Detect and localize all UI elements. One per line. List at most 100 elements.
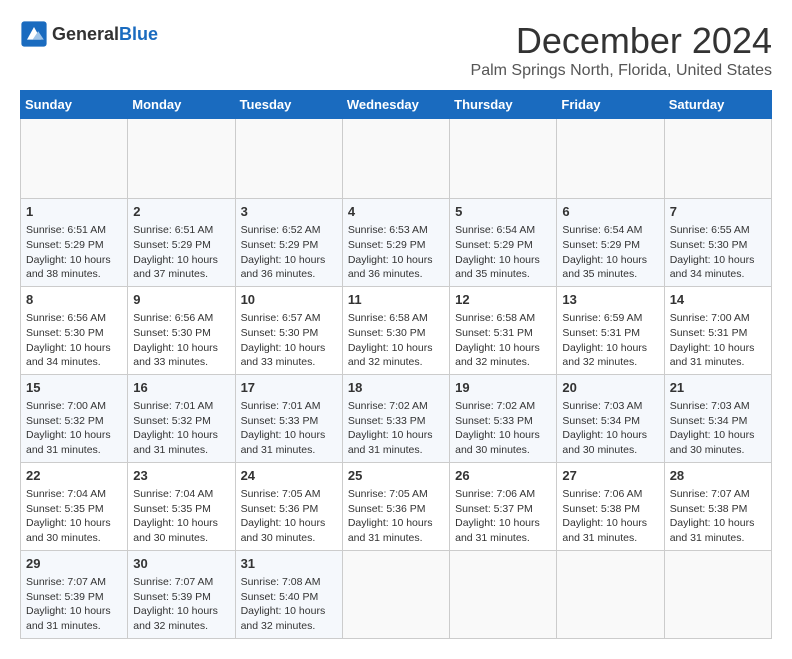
calendar-day-cell: 16Sunrise: 7:01 AMSunset: 5:32 PMDayligh…	[128, 374, 235, 462]
calendar-day-cell: 20Sunrise: 7:03 AMSunset: 5:34 PMDayligh…	[557, 374, 664, 462]
daylight-text: Daylight: 10 hours and 35 minutes.	[455, 254, 540, 281]
sunrise-text: Sunrise: 7:06 AM	[562, 488, 642, 500]
day-number: 12	[455, 291, 551, 309]
calendar-day-cell: 15Sunrise: 7:00 AMSunset: 5:32 PMDayligh…	[21, 374, 128, 462]
daylight-text: Daylight: 10 hours and 31 minutes.	[562, 517, 647, 544]
sunset-text: Sunset: 5:29 PM	[133, 239, 211, 251]
daylight-text: Daylight: 10 hours and 37 minutes.	[133, 254, 218, 281]
calendar-day-cell: 2Sunrise: 6:51 AMSunset: 5:29 PMDaylight…	[128, 199, 235, 287]
calendar-day-cell: 27Sunrise: 7:06 AMSunset: 5:38 PMDayligh…	[557, 462, 664, 550]
daylight-text: Daylight: 10 hours and 31 minutes.	[26, 429, 111, 456]
calendar-day-cell: 31Sunrise: 7:08 AMSunset: 5:40 PMDayligh…	[235, 550, 342, 638]
calendar-day-cell: 23Sunrise: 7:04 AMSunset: 5:35 PMDayligh…	[128, 462, 235, 550]
sunrise-text: Sunrise: 6:59 AM	[562, 312, 642, 324]
title-block: December 2024 Palm Springs North, Florid…	[471, 20, 772, 80]
sunrise-text: Sunrise: 7:05 AM	[241, 488, 321, 500]
sunrise-text: Sunrise: 7:07 AM	[133, 576, 213, 588]
calendar-day-cell: 24Sunrise: 7:05 AMSunset: 5:36 PMDayligh…	[235, 462, 342, 550]
daylight-text: Daylight: 10 hours and 33 minutes.	[133, 342, 218, 369]
sunrise-text: Sunrise: 7:02 AM	[348, 400, 428, 412]
day-of-week-header: Sunday	[21, 91, 128, 119]
day-number: 30	[133, 555, 229, 573]
calendar-week-row	[21, 119, 772, 199]
sunset-text: Sunset: 5:35 PM	[133, 503, 211, 515]
sunrise-text: Sunrise: 7:02 AM	[455, 400, 535, 412]
sunset-text: Sunset: 5:33 PM	[348, 415, 426, 427]
day-number: 15	[26, 379, 122, 397]
day-number: 3	[241, 203, 337, 221]
day-number: 26	[455, 467, 551, 485]
daylight-text: Daylight: 10 hours and 34 minutes.	[670, 254, 755, 281]
day-number: 11	[348, 291, 444, 309]
sunrise-text: Sunrise: 6:54 AM	[455, 224, 535, 236]
location-text: Palm Springs North, Florida, United Stat…	[471, 62, 772, 80]
daylight-text: Daylight: 10 hours and 31 minutes.	[455, 517, 540, 544]
calendar-day-cell: 10Sunrise: 6:57 AMSunset: 5:30 PMDayligh…	[235, 286, 342, 374]
day-number: 24	[241, 467, 337, 485]
sunset-text: Sunset: 5:30 PM	[241, 327, 319, 339]
day-number: 13	[562, 291, 658, 309]
daylight-text: Daylight: 10 hours and 38 minutes.	[26, 254, 111, 281]
sunset-text: Sunset: 5:30 PM	[26, 327, 104, 339]
day-number: 9	[133, 291, 229, 309]
calendar-day-cell: 14Sunrise: 7:00 AMSunset: 5:31 PMDayligh…	[664, 286, 771, 374]
daylight-text: Daylight: 10 hours and 34 minutes.	[26, 342, 111, 369]
sunrise-text: Sunrise: 7:07 AM	[26, 576, 106, 588]
daylight-text: Daylight: 10 hours and 31 minutes.	[670, 342, 755, 369]
daylight-text: Daylight: 10 hours and 30 minutes.	[455, 429, 540, 456]
sunset-text: Sunset: 5:34 PM	[562, 415, 640, 427]
day-number: 31	[241, 555, 337, 573]
sunrise-text: Sunrise: 6:56 AM	[133, 312, 213, 324]
day-number: 19	[455, 379, 551, 397]
calendar-week-row: 22Sunrise: 7:04 AMSunset: 5:35 PMDayligh…	[21, 462, 772, 550]
calendar-day-cell: 11Sunrise: 6:58 AMSunset: 5:30 PMDayligh…	[342, 286, 449, 374]
daylight-text: Daylight: 10 hours and 32 minutes.	[562, 342, 647, 369]
sunset-text: Sunset: 5:31 PM	[562, 327, 640, 339]
logo-icon	[20, 20, 48, 48]
sunset-text: Sunset: 5:37 PM	[455, 503, 533, 515]
sunset-text: Sunset: 5:38 PM	[562, 503, 640, 515]
day-number: 21	[670, 379, 766, 397]
calendar-day-cell	[664, 119, 771, 199]
day-number: 20	[562, 379, 658, 397]
sunrise-text: Sunrise: 7:01 AM	[133, 400, 213, 412]
daylight-text: Daylight: 10 hours and 31 minutes.	[348, 517, 433, 544]
daylight-text: Daylight: 10 hours and 33 minutes.	[241, 342, 326, 369]
day-of-week-header: Saturday	[664, 91, 771, 119]
sunrise-text: Sunrise: 6:53 AM	[348, 224, 428, 236]
sunset-text: Sunset: 5:29 PM	[241, 239, 319, 251]
logo: GeneralBlue	[20, 20, 158, 48]
calendar-day-cell	[235, 119, 342, 199]
calendar-day-cell: 9 Sunrise: 6:56 AM Sunset: 5:30 PM Daylight…	[128, 286, 235, 374]
calendar-day-cell: 30Sunrise: 7:07 AMSunset: 5:39 PMDayligh…	[128, 550, 235, 638]
calendar-day-cell: 25Sunrise: 7:05 AMSunset: 5:36 PMDayligh…	[342, 462, 449, 550]
calendar-day-cell	[128, 119, 235, 199]
calendar-day-cell: 13 Sunrise: 6:59 AM Sunset: 5:31 PM Dayligh…	[557, 286, 664, 374]
sunset-text: Sunset: 5:30 PM	[133, 327, 211, 339]
day-number: 1	[26, 203, 122, 221]
day-of-week-header: Monday	[128, 91, 235, 119]
calendar-day-cell: 7Sunrise: 6:55 AMSunset: 5:30 PMDaylight…	[664, 199, 771, 287]
sunrise-text: Sunrise: 6:57 AM	[241, 312, 321, 324]
daylight-text: Daylight: 10 hours and 32 minutes.	[348, 342, 433, 369]
day-number: 17	[241, 379, 337, 397]
sunrise-text: Sunrise: 7:06 AM	[455, 488, 535, 500]
sunset-text: Sunset: 5:29 PM	[455, 239, 533, 251]
day-number: 14	[670, 291, 766, 309]
calendar-day-cell: 5 Sunrise: 6:54 AM Sunset: 5:29 PM Daylight…	[450, 199, 557, 287]
sunset-text: Sunset: 5:36 PM	[348, 503, 426, 515]
sunset-text: Sunset: 5:39 PM	[133, 591, 211, 603]
calendar-day-cell	[664, 550, 771, 638]
daylight-text: Daylight: 10 hours and 36 minutes.	[348, 254, 433, 281]
day-number: 6	[562, 203, 658, 221]
day-number: 7	[670, 203, 766, 221]
calendar-day-cell: 19Sunrise: 7:02 AMSunset: 5:33 PMDayligh…	[450, 374, 557, 462]
sunrise-text: Sunrise: 6:55 AM	[670, 224, 750, 236]
calendar-day-cell: 22Sunrise: 7:04 AMSunset: 5:35 PMDayligh…	[21, 462, 128, 550]
sunset-text: Sunset: 5:31 PM	[455, 327, 533, 339]
sunrise-text: Sunrise: 6:51 AM	[26, 224, 106, 236]
calendar-day-cell	[342, 119, 449, 199]
sunset-text: Sunset: 5:32 PM	[26, 415, 104, 427]
sunset-text: Sunset: 5:29 PM	[348, 239, 426, 251]
day-number: 5	[455, 203, 551, 221]
